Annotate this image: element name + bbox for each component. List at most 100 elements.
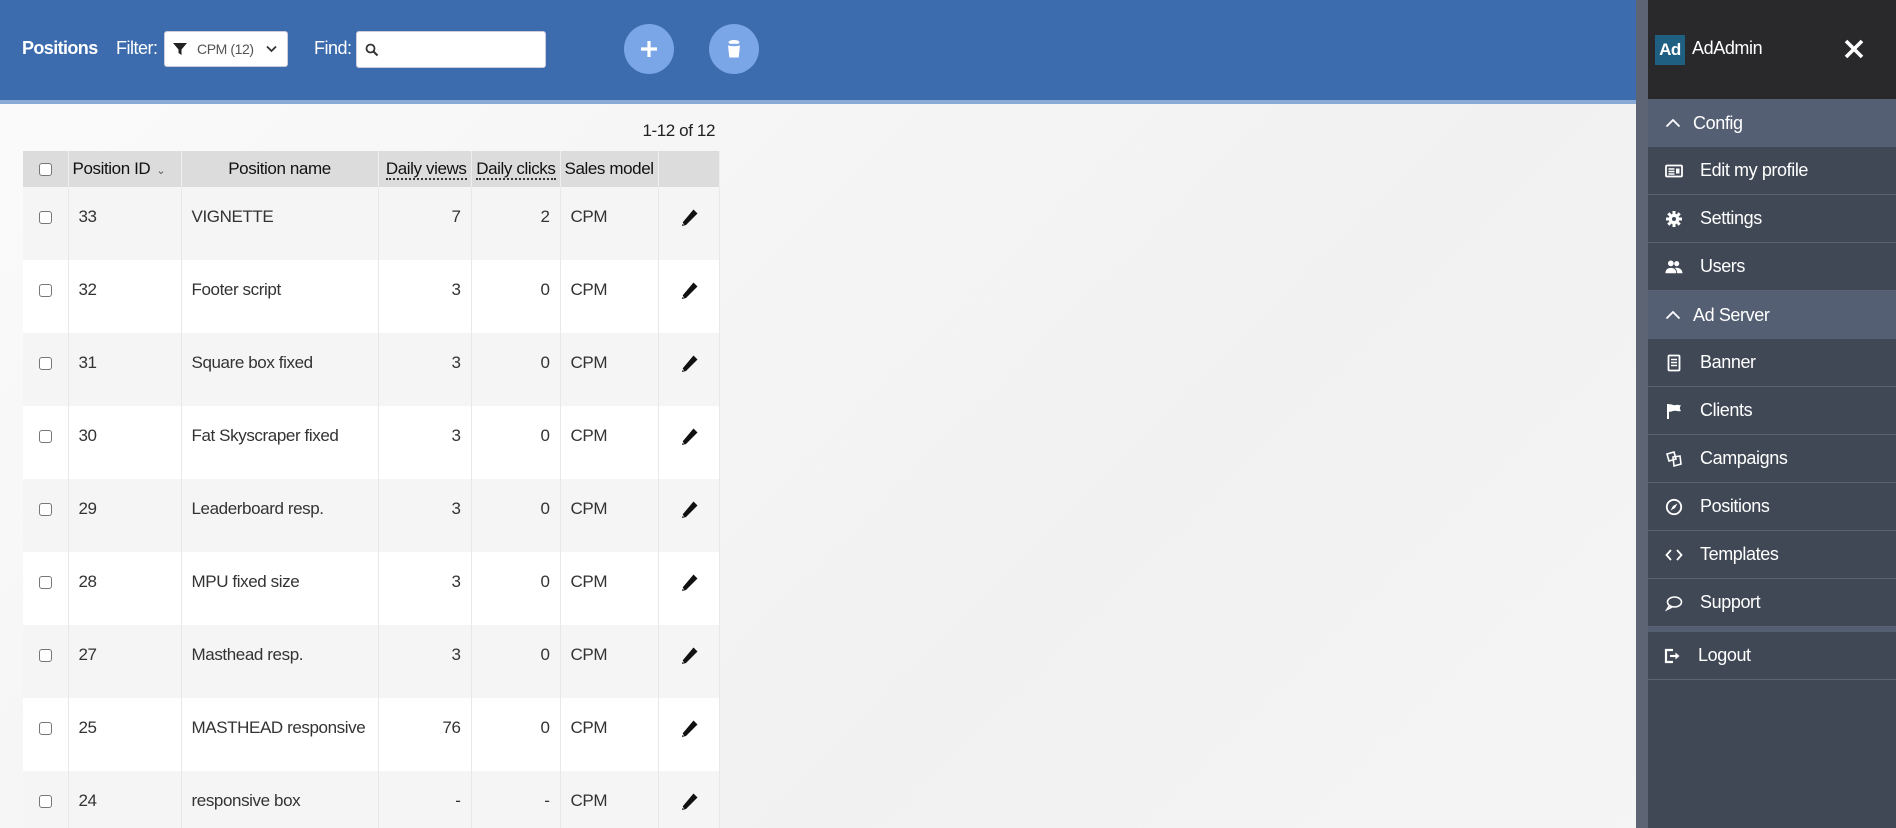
select-all-checkbox[interactable] bbox=[38, 163, 52, 177]
position-name[interactable]: Leaderboard resp. bbox=[181, 479, 379, 552]
daily-clicks: 0 bbox=[471, 479, 561, 552]
column-header-sales-model[interactable]: Sales model bbox=[560, 151, 659, 187]
row-checkbox[interactable] bbox=[38, 357, 52, 370]
edit-cell bbox=[658, 260, 720, 333]
find-field[interactable] bbox=[356, 31, 546, 68]
sales-model: CPM bbox=[560, 187, 659, 260]
position-name[interactable]: VIGNETTE bbox=[181, 187, 379, 260]
sidebar-edge bbox=[1636, 0, 1648, 828]
edit-cell bbox=[658, 698, 720, 771]
profile-card-icon bbox=[1665, 164, 1683, 177]
daily-views: 7 bbox=[378, 187, 472, 260]
page-title: Positions bbox=[22, 38, 98, 58]
table-row: 30 Fat Skyscraper fixed 3 0 CPM bbox=[23, 406, 720, 479]
row-checkbox[interactable] bbox=[38, 576, 52, 589]
sidebar-item-clients[interactable]: Clients bbox=[1648, 387, 1896, 435]
sales-model: CPM bbox=[560, 406, 659, 479]
chevron-up-icon bbox=[1665, 310, 1681, 320]
daily-views: 3 bbox=[378, 479, 472, 552]
close-icon[interactable] bbox=[1843, 38, 1865, 60]
edit-cell bbox=[658, 187, 720, 260]
daily-clicks: 0 bbox=[471, 552, 561, 625]
table-row: 25 MASTHEAD responsive 76 0 CPM bbox=[23, 698, 720, 771]
sidebar-item-banner[interactable]: Banner bbox=[1648, 339, 1896, 387]
add-position-button[interactable] bbox=[624, 24, 674, 74]
row-select-cell bbox=[23, 698, 69, 771]
sidebar-item-positions[interactable]: Positions bbox=[1648, 483, 1896, 531]
users-icon bbox=[1665, 260, 1683, 273]
daily-clicks: 0 bbox=[471, 406, 561, 479]
daily-views: 76 bbox=[378, 698, 472, 771]
edit-pencil-icon[interactable] bbox=[678, 718, 700, 740]
logout-icon bbox=[1664, 648, 1680, 663]
row-checkbox[interactable] bbox=[38, 503, 52, 516]
row-checkbox[interactable] bbox=[38, 795, 52, 808]
row-checkbox[interactable] bbox=[38, 722, 52, 735]
column-header-edit bbox=[658, 151, 720, 187]
column-header-daily-views[interactable]: Daily views bbox=[378, 151, 472, 187]
sidebar-section-config[interactable]: Config bbox=[1648, 99, 1896, 147]
table-row: 33 VIGNETTE 7 2 CPM bbox=[23, 187, 720, 260]
sidebar-header: Ad AdAdmin bbox=[1648, 0, 1896, 99]
code-icon bbox=[1665, 548, 1683, 561]
delete-button[interactable] bbox=[709, 24, 759, 74]
daily-views: 3 bbox=[378, 406, 472, 479]
position-name[interactable]: MASTHEAD responsive bbox=[181, 698, 379, 771]
edit-pencil-icon[interactable] bbox=[678, 207, 700, 229]
filter-value: CPM (12) bbox=[197, 41, 254, 57]
gear-icon bbox=[1666, 210, 1682, 227]
column-header-position-name[interactable]: Position name bbox=[181, 151, 379, 187]
position-id: 33 bbox=[68, 187, 182, 260]
position-name[interactable]: Footer script bbox=[181, 260, 379, 333]
daily-clicks: 0 bbox=[471, 698, 561, 771]
table-header-row: Position ID ⌄ Position name Daily views D… bbox=[23, 151, 720, 187]
edit-pencil-icon[interactable] bbox=[678, 572, 700, 594]
position-name[interactable]: responsive box bbox=[181, 771, 379, 828]
position-name[interactable]: Masthead resp. bbox=[181, 625, 379, 698]
sort-chevron-icon: ⌄ bbox=[156, 165, 166, 177]
table-row: 32 Footer script 3 0 CPM bbox=[23, 260, 720, 333]
sidebar-item-support[interactable]: Support bbox=[1648, 579, 1896, 627]
daily-views: 3 bbox=[378, 333, 472, 406]
column-header-position-id[interactable]: Position ID ⌄ bbox=[68, 151, 182, 187]
sidebar-item-logout[interactable]: Logout bbox=[1648, 632, 1896, 680]
edit-pencil-icon[interactable] bbox=[678, 426, 700, 448]
position-name[interactable]: MPU fixed size bbox=[181, 552, 379, 625]
sidebar-item-users[interactable]: Users bbox=[1648, 243, 1896, 291]
sidebar-item-edit-profile[interactable]: Edit my profile bbox=[1648, 147, 1896, 195]
column-header-daily-clicks[interactable]: Daily clicks bbox=[471, 151, 561, 187]
row-checkbox[interactable] bbox=[38, 649, 52, 662]
position-id: 30 bbox=[68, 406, 182, 479]
row-select-cell bbox=[23, 625, 69, 698]
edit-pencil-icon[interactable] bbox=[678, 353, 700, 375]
sidebar-item-campaigns[interactable]: Campaigns bbox=[1648, 435, 1896, 483]
daily-views: 3 bbox=[378, 552, 472, 625]
position-id: 31 bbox=[68, 333, 182, 406]
row-checkbox[interactable] bbox=[38, 211, 52, 224]
edit-cell bbox=[658, 479, 720, 552]
daily-clicks: 0 bbox=[471, 260, 561, 333]
row-select-cell bbox=[23, 260, 69, 333]
position-name[interactable]: Fat Skyscraper fixed bbox=[181, 406, 379, 479]
position-name[interactable]: Square box fixed bbox=[181, 333, 379, 406]
edit-cell bbox=[658, 406, 720, 479]
daily-clicks: 2 bbox=[471, 187, 561, 260]
edit-pencil-icon[interactable] bbox=[678, 280, 700, 302]
daily-views: - bbox=[378, 771, 472, 828]
sidebar-section-ad-server[interactable]: Ad Server bbox=[1648, 291, 1896, 339]
pagination-info: 1-12 of 12 bbox=[642, 121, 715, 140]
search-icon bbox=[365, 43, 379, 56]
sidebar-item-settings[interactable]: Settings bbox=[1648, 195, 1896, 243]
filter-select[interactable]: CPM (12) bbox=[164, 31, 288, 67]
campaigns-icon bbox=[1666, 450, 1682, 467]
edit-cell bbox=[658, 625, 720, 698]
edit-pencil-icon[interactable] bbox=[678, 791, 700, 813]
find-input[interactable] bbox=[385, 41, 545, 58]
edit-pencil-icon[interactable] bbox=[678, 499, 700, 521]
row-select-cell bbox=[23, 771, 69, 828]
edit-pencil-icon[interactable] bbox=[678, 645, 700, 667]
table-row: 29 Leaderboard resp. 3 0 CPM bbox=[23, 479, 720, 552]
sidebar-item-templates[interactable]: Templates bbox=[1648, 531, 1896, 579]
row-checkbox[interactable] bbox=[38, 430, 52, 443]
row-checkbox[interactable] bbox=[38, 284, 52, 297]
